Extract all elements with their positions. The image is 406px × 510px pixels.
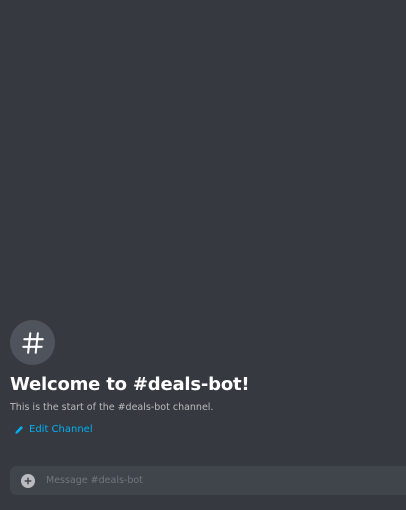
pencil-icon bbox=[15, 426, 23, 434]
add-attachment-button[interactable] bbox=[21, 473, 35, 488]
edit-channel-label: Edit Channel bbox=[29, 424, 93, 435]
welcome-title: Welcome to #deals-bot! bbox=[10, 374, 250, 395]
channel-avatar bbox=[10, 320, 55, 365]
edit-channel-button[interactable]: Edit Channel bbox=[14, 424, 93, 436]
message-composer bbox=[10, 466, 406, 495]
welcome-subtitle: This is the start of the #deals-bot chan… bbox=[10, 402, 214, 413]
hashtag-icon bbox=[21, 331, 44, 354]
chat-view: Welcome to #deals-bot! This is the start… bbox=[0, 0, 406, 510]
plus-circle-icon bbox=[24, 476, 32, 485]
message-input[interactable] bbox=[46, 466, 406, 495]
